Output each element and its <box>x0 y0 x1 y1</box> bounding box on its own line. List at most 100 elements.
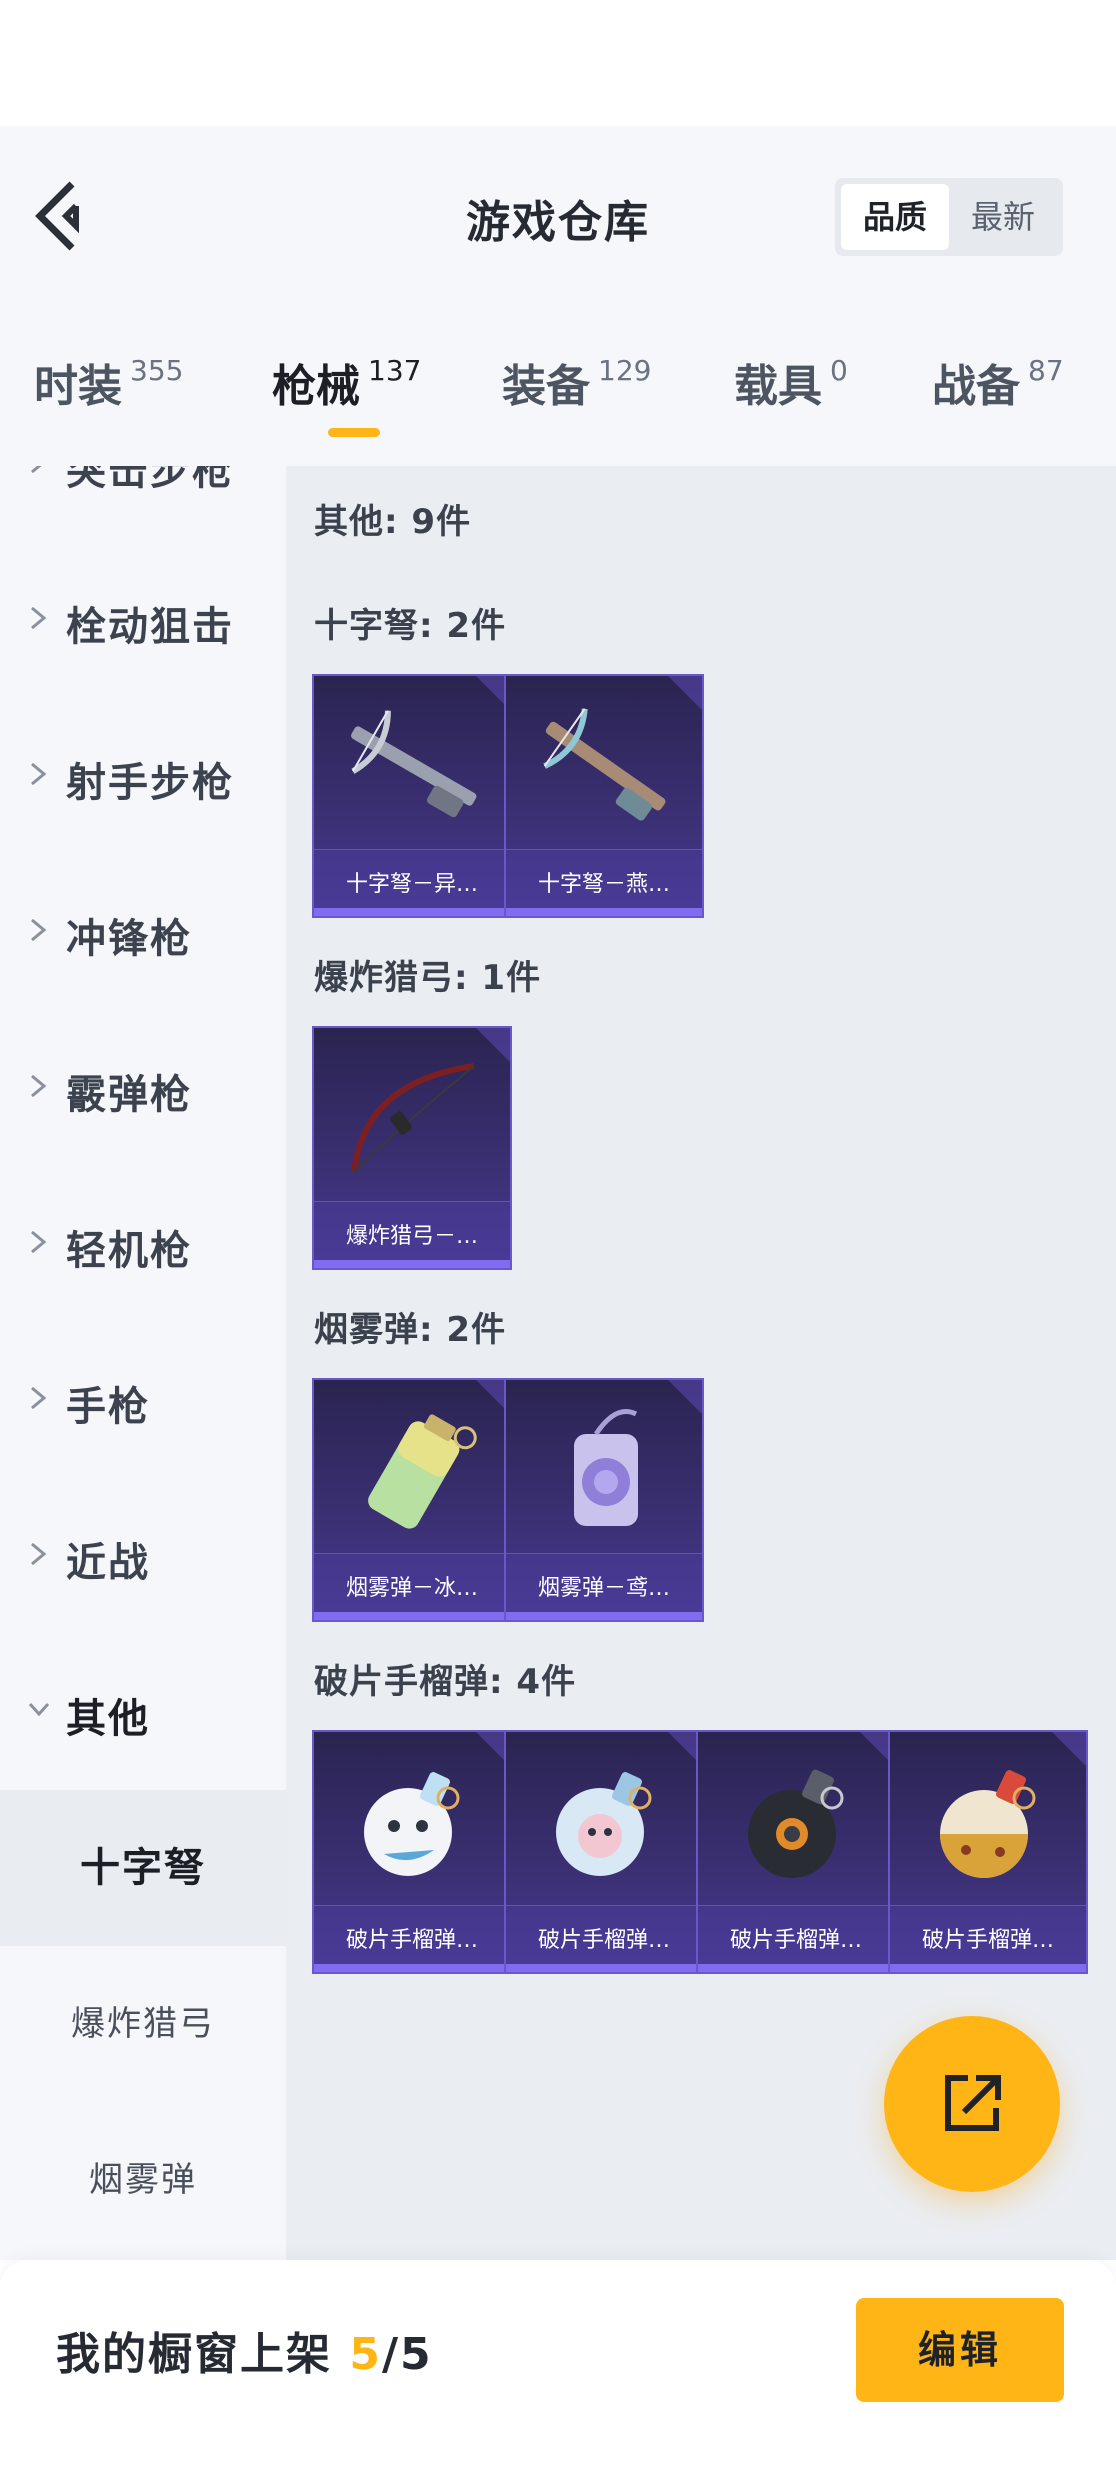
item-card[interactable]: 十字弩－燕… <box>504 674 704 918</box>
item-grid-panel: 其他: 9件 十字弩: 2件 十字弩－异… 十字弩－燕… 爆炸猎弓: 1件 爆炸… <box>286 466 1116 2260</box>
item-name: 破片手榴弹… <box>537 1928 670 1953</box>
sidebar-item-lmg[interactable]: 轻机枪 <box>0 1166 286 1322</box>
item-name: 烟雾弹－冰… <box>345 1576 478 1601</box>
chevron-right-icon <box>31 466 42 474</box>
sidebar-item-marksman-rifle[interactable]: 射手步枪 <box>0 698 286 854</box>
card-name-bar: 十字弩－燕… <box>506 849 702 908</box>
showcase-current-count: 5 <box>349 2329 382 2380</box>
card-name-bar: 烟雾弹－鸢… <box>506 1553 702 1612</box>
sidebar-item-bolt-sniper[interactable]: 栓动狙击 <box>0 542 286 698</box>
item-name: 十字弩－燕… <box>537 872 670 897</box>
frag-grenade-image <box>516 1746 692 1896</box>
rarity-bar <box>506 1612 702 1620</box>
crossbow-image <box>324 690 500 840</box>
chevron-right-icon <box>31 762 47 786</box>
rarity-bar <box>314 1964 510 1972</box>
tab-count: 87 <box>1028 354 1064 387</box>
tab-label: 载具 <box>734 361 822 412</box>
bow-image <box>324 1042 500 1192</box>
sidebar-item-label: 霰弹枪 <box>66 1072 192 1118</box>
tab-fashion[interactable]: 时装 355 <box>34 350 184 412</box>
share-external-icon <box>945 2075 1001 2131</box>
sidebar-item-label: 近战 <box>66 1540 150 1586</box>
sidebar-sub-crossbow[interactable]: 十字弩 <box>0 1790 286 1946</box>
item-name: 破片手榴弹… <box>921 1928 1054 1953</box>
item-card[interactable]: 烟雾弹－冰… <box>312 1378 512 1622</box>
sidebar-item-smg[interactable]: 冲锋枪 <box>0 854 286 1010</box>
rarity-bar <box>506 1964 702 1972</box>
rarity-bar <box>698 1964 894 1972</box>
chevron-right-icon <box>31 1074 47 1098</box>
item-name: 破片手榴弹… <box>345 1928 478 1953</box>
item-name: 爆炸猎弓－… <box>345 1224 478 1249</box>
showcase-status: 我的橱窗上架 5/5 <box>56 2318 433 2382</box>
tab-label: 枪械 <box>272 361 360 412</box>
rarity-bar <box>890 1964 1086 1972</box>
tab-count: 355 <box>130 354 184 387</box>
tab-count: 137 <box>368 354 422 387</box>
tab-label: 战备 <box>932 361 1020 412</box>
card-name-bar: 破片手榴弹… <box>506 1905 702 1964</box>
section-title-frag-grenade: 破片手榴弹: 4件 <box>314 1662 577 1702</box>
tab-label: 时装 <box>34 361 122 412</box>
item-card[interactable]: 破片手榴弹… <box>504 1730 704 1974</box>
chevron-right-icon <box>31 1230 47 1254</box>
item-card[interactable]: 爆炸猎弓－… <box>312 1026 512 1270</box>
section-title-explosive-bow: 爆炸猎弓: 1件 <box>314 958 542 998</box>
tab-battle-gear[interactable]: 战备 87 <box>932 350 1064 412</box>
smoke-grenade-image <box>324 1394 500 1544</box>
sidebar-item-melee[interactable]: 近战 <box>0 1478 286 1634</box>
sort-quality-button[interactable]: 品质 <box>841 184 949 250</box>
status-bar <box>0 0 1116 126</box>
category-sidebar: 突击步枪 栓动狙击 射手步枪 冲锋枪 霰弹枪 轻机枪 手枪 近战 其他 十字弩 … <box>0 466 286 2260</box>
crossbow-image <box>516 690 692 840</box>
smoke-grenade-image <box>516 1394 692 1544</box>
card-name-bar: 爆炸猎弓－… <box>314 1201 510 1260</box>
section-title-crossbow: 十字弩: 2件 <box>314 606 507 646</box>
chevron-down-icon <box>28 1702 50 1717</box>
item-card[interactable]: 十字弩－异… <box>312 674 512 918</box>
sidebar-item-label: 手枪 <box>66 1384 150 1430</box>
active-tab-indicator <box>328 428 380 437</box>
edit-button[interactable]: 编辑 <box>856 2298 1064 2402</box>
frag-grenade-image <box>324 1746 500 1896</box>
frag-grenade-image <box>900 1746 1076 1896</box>
share-button[interactable] <box>884 2016 1060 2192</box>
showcase-label: 我的橱窗上架 <box>56 2329 350 2380</box>
section-title-smoke-grenade: 烟雾弹: 2件 <box>314 1310 507 1350</box>
item-card[interactable]: 烟雾弹－鸢… <box>504 1378 704 1622</box>
rarity-bar <box>314 1612 510 1620</box>
sidebar-item-label: 栓动狙击 <box>66 604 234 650</box>
category-summary: 其他: 9件 <box>314 502 472 542</box>
chevron-right-icon <box>31 1542 47 1566</box>
tab-vehicles[interactable]: 载具 0 <box>734 350 848 412</box>
tab-equipment[interactable]: 装备 129 <box>502 350 652 412</box>
item-card[interactable]: 破片手榴弹… <box>888 1730 1088 1974</box>
showcase-total-count: /5 <box>381 2329 433 2380</box>
sort-newest-button[interactable]: 最新 <box>949 184 1057 250</box>
sidebar-item-label: 射手步枪 <box>66 760 234 806</box>
sidebar-item-other[interactable]: 其他 <box>0 1634 286 1790</box>
item-card[interactable]: 破片手榴弹… <box>312 1730 512 1974</box>
sidebar-sub-explosive-bow[interactable]: 爆炸猎弓 <box>0 1946 286 2102</box>
tab-count: 129 <box>598 354 652 387</box>
sort-toggle: 品质 最新 <box>835 178 1063 256</box>
sidebar-item-pistol[interactable]: 手枪 <box>0 1322 286 1478</box>
chevron-right-icon <box>31 918 47 942</box>
rarity-bar <box>506 908 702 916</box>
card-name-bar: 破片手榴弹… <box>890 1905 1086 1964</box>
sidebar-sub-smoke-grenade[interactable]: 烟雾弹 <box>0 2102 286 2258</box>
tab-label: 装备 <box>502 361 590 412</box>
sidebar-item-assault-rifle[interactable]: 突击步枪 <box>0 466 286 542</box>
sidebar-item-label: 冲锋枪 <box>66 916 192 962</box>
tab-firearms[interactable]: 枪械 137 <box>272 350 422 412</box>
item-card[interactable]: 破片手榴弹… <box>696 1730 896 1974</box>
sidebar-item-shotgun[interactable]: 霰弹枪 <box>0 1010 286 1166</box>
header <box>0 126 1116 466</box>
chevron-right-icon <box>31 1386 47 1410</box>
item-name: 十字弩－异… <box>345 872 478 897</box>
sidebar-item-label: 轻机枪 <box>66 1228 192 1274</box>
tab-count: 0 <box>830 354 848 387</box>
sidebar-item-label: 突击步枪 <box>66 466 234 494</box>
chevron-right-icon <box>31 606 47 630</box>
